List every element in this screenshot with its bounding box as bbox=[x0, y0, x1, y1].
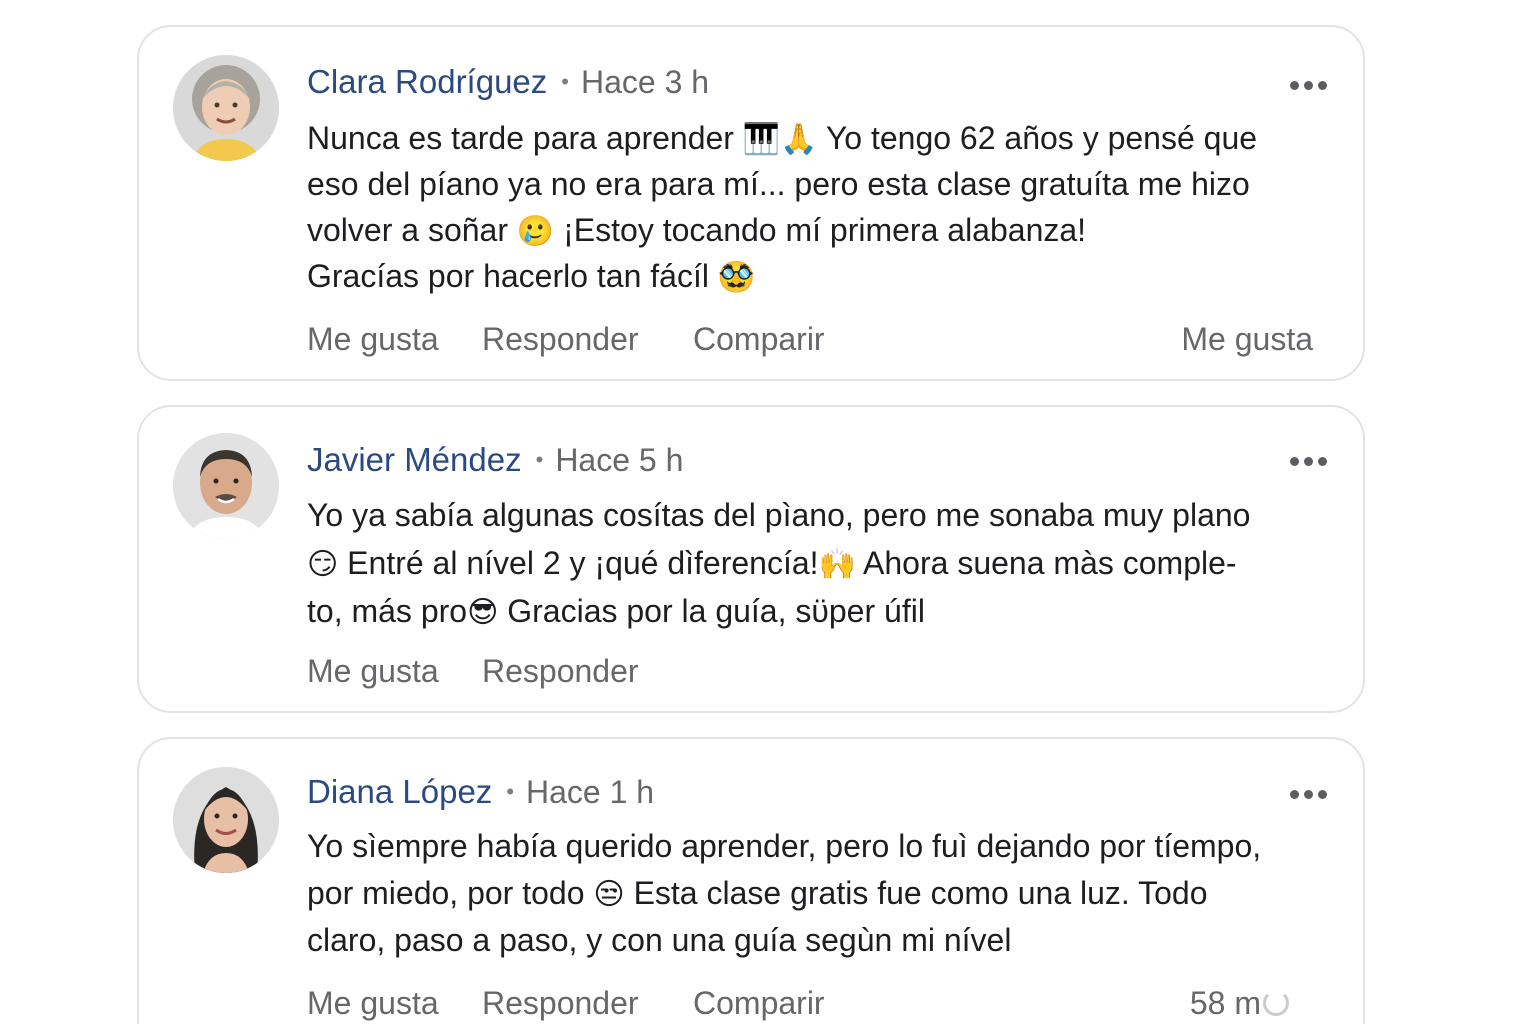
separator-dot: • bbox=[535, 447, 544, 472]
more-options-icon[interactable] bbox=[1290, 790, 1327, 799]
separator-dot: • bbox=[506, 779, 515, 804]
disguised-face-emoji-icon: 🥸 bbox=[717, 260, 756, 295]
author-name[interactable]: Diana López bbox=[307, 773, 492, 811]
avatar[interactable] bbox=[173, 767, 279, 873]
avatar-image bbox=[173, 55, 279, 161]
comment-header: Diana López • Hace 1 h bbox=[307, 773, 654, 811]
comment-card: Diana López • Hace 1 h Yo sìempre había … bbox=[137, 737, 1365, 1024]
reaction-count: 58 m bbox=[1190, 985, 1289, 1022]
comment-header: Javier Méndez • Hace 5 h bbox=[307, 441, 683, 479]
separator-dot: • bbox=[561, 69, 569, 94]
comment-line: por miedo, por todo 😒 Esta clase gratis … bbox=[307, 875, 1208, 912]
avatar-image bbox=[173, 433, 279, 539]
author-name[interactable]: Clara Rodríguez bbox=[307, 63, 547, 101]
comment-line: volver a soñar 🥲 ¡Estoy tocando mí prime… bbox=[307, 212, 1087, 249]
avatar-image bbox=[173, 767, 279, 873]
comment-line: Nunca es tarde para aprender 🎹🙏 Yo tengo… bbox=[307, 120, 1258, 157]
comment-line: to, más pro😎 Gracias por la guía, sϋper … bbox=[307, 593, 925, 630]
comment-card: Clara Rodríguez • Hace 3 h Nunca es tard… bbox=[137, 25, 1365, 381]
author-name[interactable]: Javier Méndez bbox=[307, 441, 522, 479]
loading-spinner-icon bbox=[1263, 990, 1289, 1016]
unamused-emoji-icon: 😒 bbox=[593, 877, 625, 912]
share-button[interactable]: Comparir bbox=[693, 985, 825, 1022]
comment-line: eso del píano ya no era para mí... pero … bbox=[307, 166, 1250, 202]
comment-text: Yo ya sabía algunas cosítas del pìano, p… bbox=[307, 491, 1337, 635]
comment-line: Yo sìempre había querido aprender, pero … bbox=[307, 828, 1262, 864]
timestamp[interactable]: Hace 1 h bbox=[526, 774, 654, 811]
share-button[interactable]: Comparir bbox=[693, 321, 825, 358]
avatar[interactable] bbox=[173, 55, 279, 161]
tearful-smile-emoji-icon: 🥲 bbox=[516, 214, 555, 249]
more-options-icon[interactable] bbox=[1290, 81, 1327, 90]
comment-text: Nunca es tarde para aprender 🎹🙏 Yo tengo… bbox=[307, 115, 1337, 299]
like-count-button[interactable]: Me gusta bbox=[1181, 321, 1313, 358]
sunglasses-emoji-icon: 😎 bbox=[467, 595, 499, 630]
comment-header: Clara Rodríguez • Hace 3 h bbox=[307, 63, 709, 101]
comment-line: Yo ya sabía algunas cosítas del pìano, p… bbox=[307, 497, 1251, 533]
reply-button[interactable]: Responder bbox=[482, 985, 639, 1022]
comment-text: Yo sìempre había querido aprender, pero … bbox=[307, 823, 1337, 964]
comment-card: Javier Méndez • Hace 5 h Yo ya sabía alg… bbox=[137, 405, 1365, 713]
timestamp[interactable]: Hace 3 h bbox=[581, 64, 709, 101]
comment-line: claro, paso a paso, y con una guía segùn… bbox=[307, 922, 1012, 958]
reaction-count-label: 58 m bbox=[1189, 985, 1261, 1021]
like-button[interactable]: Me gusta bbox=[307, 321, 439, 358]
timestamp[interactable]: Hace 5 h bbox=[555, 442, 683, 479]
comment-line: 😏 Entré al nível 2 y ¡qué dìferencía!🙌 A… bbox=[307, 545, 1237, 582]
reply-button[interactable]: Responder bbox=[482, 653, 639, 690]
more-options-icon[interactable] bbox=[1290, 457, 1327, 466]
comment-feed: Clara Rodríguez • Hace 3 h Nunca es tard… bbox=[0, 0, 1536, 1024]
smirk-emoji-icon: 😏 bbox=[307, 547, 339, 582]
reply-button[interactable]: Responder bbox=[482, 321, 639, 358]
piano-pray-emoji-icon: 🎹🙏 bbox=[742, 122, 818, 157]
avatar[interactable] bbox=[173, 433, 279, 539]
like-button[interactable]: Me gusta bbox=[307, 985, 439, 1022]
raised-hands-emoji-icon: 🙌 bbox=[818, 547, 856, 582]
comment-line: Gracías por hacerlo tan fácíl 🥸 bbox=[307, 258, 756, 295]
like-button[interactable]: Me gusta bbox=[307, 653, 439, 690]
